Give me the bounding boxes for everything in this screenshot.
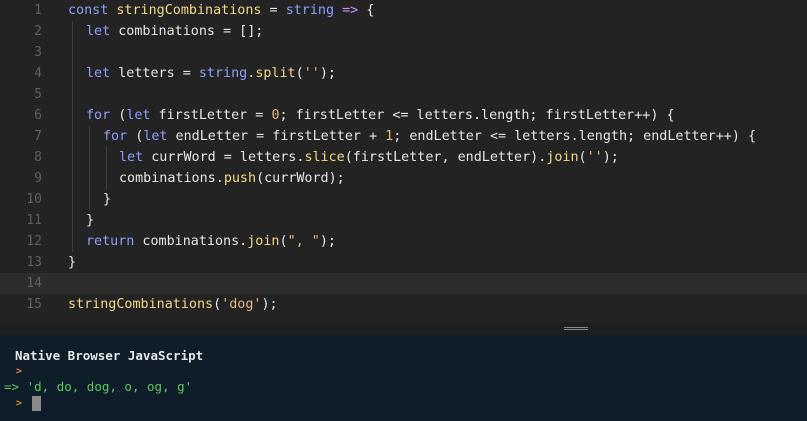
code-text: combinations.push(currWord); bbox=[119, 171, 345, 186]
indent-guide bbox=[89, 126, 90, 147]
code-editor[interactable]: 1 const stringCombinations = string => {… bbox=[0, 0, 807, 322]
indent-guide bbox=[72, 105, 73, 126]
code-line: 6 for (let firstLetter = 0; firstLetter … bbox=[0, 105, 807, 126]
indent-guide bbox=[89, 147, 90, 168]
line-number: 10 bbox=[26, 192, 42, 207]
code-line: 7 for (let endLetter = firstLetter + 1; … bbox=[0, 126, 807, 147]
indent-guide bbox=[72, 42, 73, 63]
indent-guide bbox=[72, 126, 73, 147]
line-number: 6 bbox=[34, 108, 42, 123]
code-text: return combinations.join(", "); bbox=[86, 234, 336, 249]
code-line: 2 let combinations = []; bbox=[0, 21, 807, 42]
line-number: 5 bbox=[34, 87, 42, 102]
indent-guide bbox=[72, 231, 73, 252]
pane-splitter[interactable] bbox=[0, 322, 807, 335]
code-line: 11 } bbox=[0, 210, 807, 231]
line-number: 8 bbox=[34, 150, 42, 165]
line-number: 15 bbox=[26, 297, 42, 312]
indent-guide bbox=[106, 147, 107, 168]
console-title: Native Browser JavaScript bbox=[15, 348, 204, 363]
indent-guide bbox=[72, 63, 73, 84]
line-number: 7 bbox=[34, 129, 42, 144]
drag-handle-icon[interactable] bbox=[564, 327, 588, 330]
code-text: let currWord = letters.slice(firstLetter… bbox=[119, 150, 619, 165]
code-line: 3 bbox=[0, 42, 807, 63]
code-line: 10 } bbox=[0, 189, 807, 210]
console-result: => 'd, do, dog, o, og, g' bbox=[4, 379, 192, 394]
code-text: for (let endLetter = firstLetter + 1; en… bbox=[103, 129, 757, 144]
code-line: 15 stringCombinations('dog'); bbox=[0, 294, 807, 315]
code-text: } bbox=[86, 213, 95, 228]
indent-guide bbox=[72, 21, 73, 42]
indent-guide bbox=[72, 210, 73, 231]
code-text: } bbox=[68, 255, 77, 270]
code-line: 13 } bbox=[0, 252, 807, 273]
code-text: for (let firstLetter = 0; firstLetter <=… bbox=[86, 108, 675, 123]
line-number: 13 bbox=[26, 255, 42, 270]
line-number: 4 bbox=[34, 66, 42, 81]
indent-guide bbox=[72, 189, 73, 210]
line-number: 9 bbox=[34, 171, 42, 186]
indent-guide bbox=[89, 189, 90, 210]
code-text: } bbox=[103, 192, 112, 207]
line-number: 1 bbox=[34, 3, 42, 18]
code-text: let combinations = []; bbox=[86, 24, 264, 39]
code-text: let letters = string.split(''); bbox=[86, 66, 336, 81]
line-number: 14 bbox=[26, 276, 42, 291]
indent-guide bbox=[72, 168, 73, 189]
line-number: 3 bbox=[34, 45, 42, 60]
code-text: const stringCombinations = string => { bbox=[68, 3, 375, 18]
code-line: 9 combinations.push(currWord); bbox=[0, 168, 807, 189]
indent-guide bbox=[72, 147, 73, 168]
indent-guide bbox=[72, 84, 73, 105]
indent-guide bbox=[89, 168, 90, 189]
code-line: 1 const stringCombinations = string => { bbox=[0, 0, 807, 21]
console-input-cursor[interactable] bbox=[32, 396, 41, 411]
code-line-current: 14 bbox=[0, 273, 807, 294]
line-number: 2 bbox=[34, 24, 42, 39]
line-number: 11 bbox=[26, 213, 42, 228]
code-text: stringCombinations('dog'); bbox=[68, 297, 278, 312]
code-line: 12 return combinations.join(", "); bbox=[0, 231, 807, 252]
result-value: 'd, do, dog, o, og, g' bbox=[26, 379, 193, 394]
code-line: 4 let letters = string.split(''); bbox=[0, 63, 807, 84]
result-arrow: => bbox=[4, 379, 20, 394]
prompt-chevron-icon: > bbox=[16, 398, 23, 409]
prompt-chevron-icon: > bbox=[16, 366, 23, 377]
indent-guide bbox=[106, 168, 107, 189]
code-line: 5 bbox=[0, 84, 807, 105]
console-panel[interactable]: Native Browser JavaScript > => 'd, do, d… bbox=[0, 335, 807, 421]
code-line: 8 let currWord = letters.slice(firstLett… bbox=[0, 147, 807, 168]
line-number: 12 bbox=[26, 234, 42, 249]
